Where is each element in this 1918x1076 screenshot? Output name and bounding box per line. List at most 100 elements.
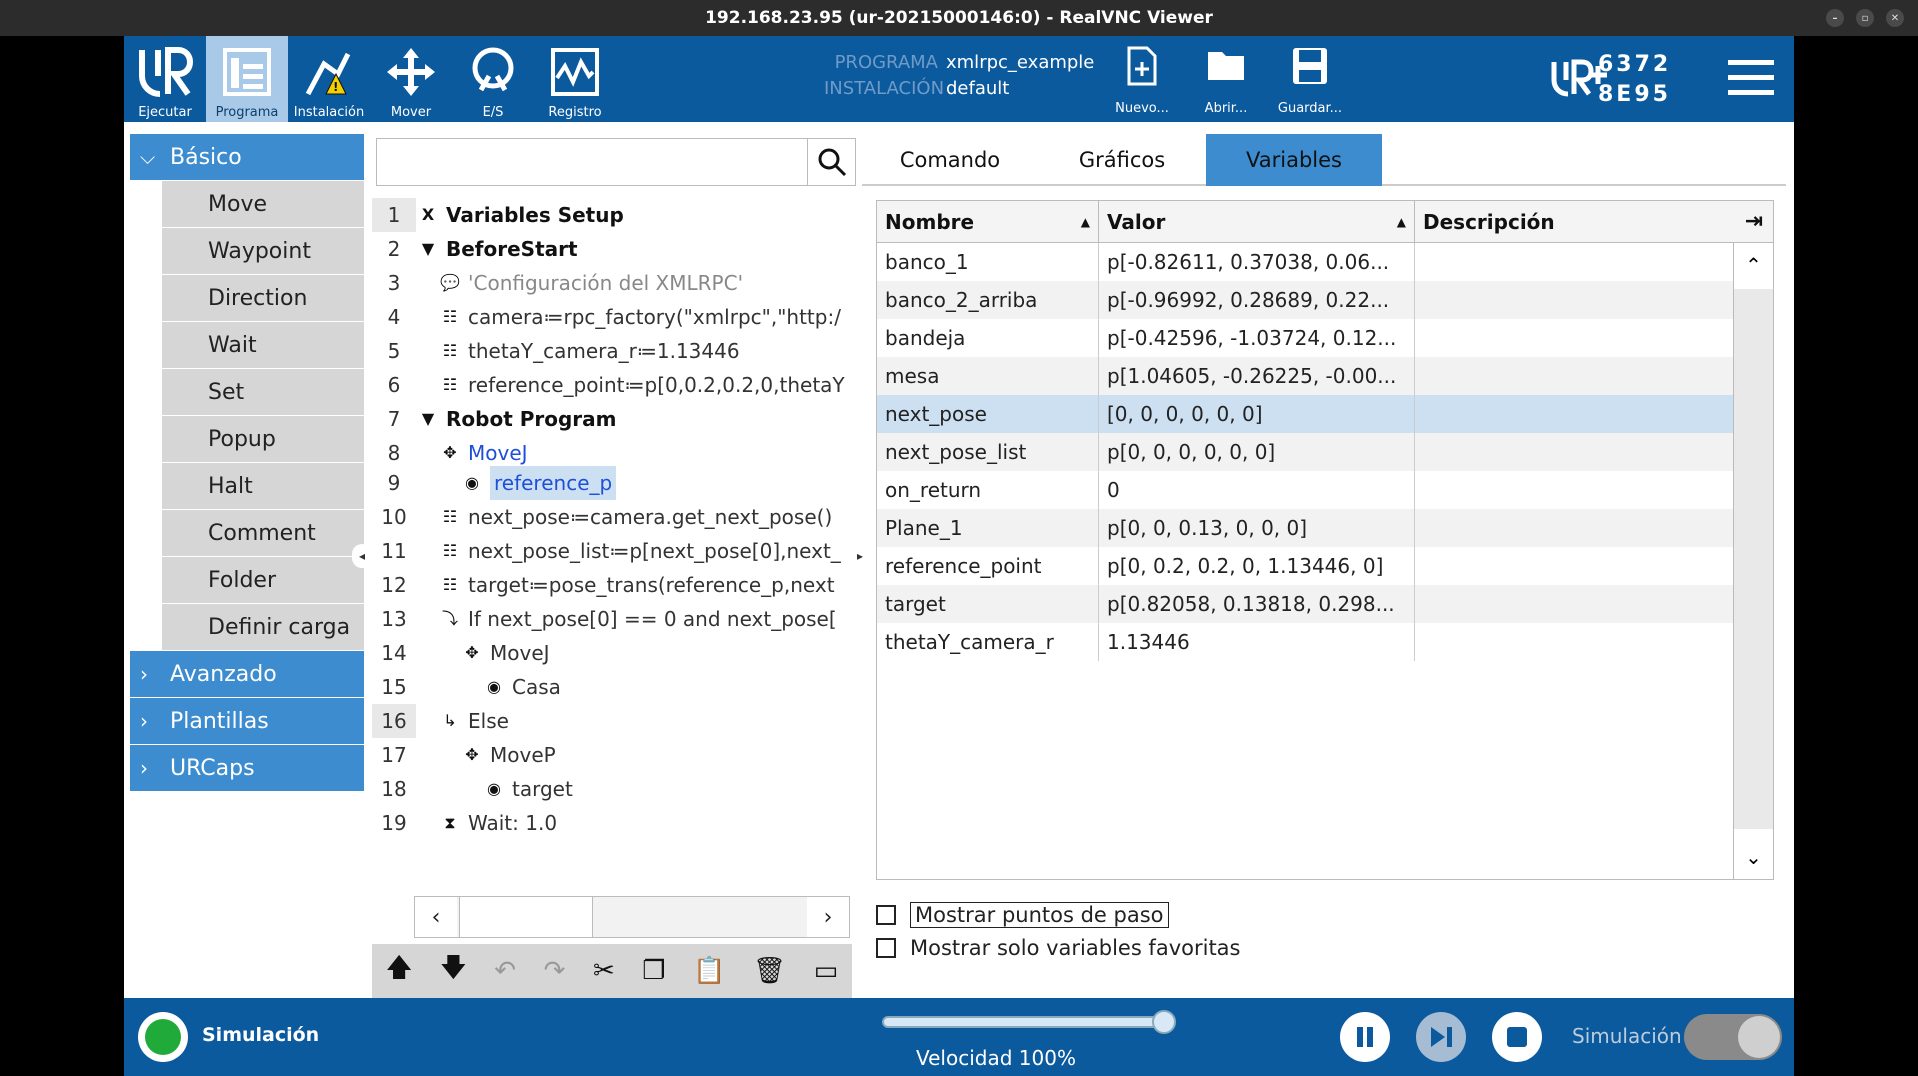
run-tab-button[interactable]: Ejecutar bbox=[124, 36, 206, 122]
restore-icon[interactable]: ▫ bbox=[1856, 9, 1874, 27]
speed-slider-knob[interactable] bbox=[1152, 1010, 1176, 1034]
node-item-folder[interactable]: Folder bbox=[162, 557, 364, 603]
step-button[interactable] bbox=[1416, 1012, 1466, 1062]
header-description[interactable]: Descripción ⇥ bbox=[1415, 201, 1773, 243]
redo-icon[interactable]: ↷ bbox=[544, 956, 566, 986]
line-number: 4 bbox=[387, 305, 401, 329]
paste-icon[interactable]: 📋 bbox=[693, 956, 725, 986]
node-item-move[interactable]: Move bbox=[162, 181, 364, 227]
category-templates[interactable]: › Plantillas bbox=[130, 698, 364, 744]
stop-button[interactable] bbox=[1492, 1012, 1542, 1062]
tree-node[interactable]: ✥ MoveJ bbox=[438, 436, 527, 470]
table-row[interactable]: next_pose_list p[0, 0, 0, 0, 0, 0] bbox=[877, 433, 1735, 471]
tree-search-box[interactable] bbox=[376, 138, 856, 186]
node-item-direction[interactable]: Direction bbox=[162, 275, 364, 321]
tree-node[interactable]: ☷ next_pose_list≔p[next_pose[0],next_ bbox=[438, 534, 841, 568]
table-row[interactable]: on_return 0 bbox=[877, 471, 1735, 509]
tree-node[interactable]: ☷ thetaY_camera_r≔1.13446 bbox=[438, 334, 740, 368]
search-button[interactable] bbox=[807, 139, 855, 185]
copy-icon[interactable]: ❐ bbox=[642, 956, 665, 986]
category-advanced[interactable]: › Avanzado bbox=[130, 651, 364, 697]
show-waypoints-checkbox[interactable]: Mostrar puntos de paso bbox=[876, 902, 1169, 928]
table-row[interactable]: banco_2_arriba p[-0.96992, 0.28689, 0.22.… bbox=[877, 281, 1735, 319]
node-item-wait[interactable]: Wait bbox=[162, 322, 364, 368]
open-file-button[interactable]: Abrir... bbox=[1186, 46, 1266, 116]
tree-node[interactable]: ☷ camera≔rpc_factory("xmlrpc","http:/ bbox=[438, 300, 841, 334]
table-row[interactable]: banco_1 p[-0.82611, 0.37038, 0.06... bbox=[877, 243, 1735, 281]
scroll-down-icon[interactable]: ⌄ bbox=[1734, 835, 1773, 879]
header-name[interactable]: Nombre ▲ bbox=[877, 201, 1099, 243]
expand-column-icon[interactable]: ⇥ bbox=[1745, 201, 1763, 243]
tree-node[interactable]: ↳ Else bbox=[438, 704, 509, 738]
close-icon[interactable]: ✕ bbox=[1886, 9, 1904, 27]
speed-slider[interactable] bbox=[882, 1010, 1176, 1034]
table-row[interactable]: thetaY_camera_r 1.13446 bbox=[877, 623, 1735, 661]
node-item-define-payload[interactable]: Definir carga bbox=[162, 604, 364, 650]
table-row[interactable]: Plane_1 p[0, 0, 0.13, 0, 0, 0] bbox=[877, 509, 1735, 547]
move-up-icon[interactable]: 🡅 bbox=[386, 949, 413, 993]
save-file-button[interactable]: Guardar... bbox=[1270, 46, 1350, 116]
table-row[interactable]: bandeja p[-0.42596, -1.03724, 0.12... bbox=[877, 319, 1735, 357]
left-collapse-handle[interactable]: ◂ bbox=[352, 544, 372, 568]
tree-node[interactable]: ◉ reference_p bbox=[460, 466, 617, 500]
tree-node[interactable]: ◉ Casa bbox=[482, 670, 561, 704]
new-file-button[interactable]: Nuevo... bbox=[1102, 46, 1182, 116]
node-item-popup[interactable]: Popup bbox=[162, 416, 364, 462]
scrollbar-track[interactable] bbox=[1734, 289, 1773, 829]
tree-node[interactable]: 💬 'Configuración del XMLRPC' bbox=[438, 266, 743, 300]
move-down-icon[interactable]: 🡇 bbox=[440, 949, 467, 993]
save-icon bbox=[1293, 48, 1327, 84]
node-item-halt[interactable]: Halt bbox=[162, 463, 364, 509]
tab-command[interactable]: Comando bbox=[862, 134, 1038, 186]
table-row[interactable]: reference_point p[0, 0.2, 0.2, 0, 1.13446… bbox=[877, 547, 1735, 585]
chevron-right-icon: › bbox=[140, 756, 148, 780]
show-favorites-checkbox[interactable]: Mostrar solo variables favoritas bbox=[876, 936, 1240, 960]
tree-node[interactable]: ☷ next_pose≔camera.get_next_pose() bbox=[438, 500, 832, 534]
tree-node[interactable]: ☷ reference_point≔p[0,0.2,0.2,0,thetaY bbox=[438, 368, 845, 402]
minimize-icon[interactable]: – bbox=[1826, 9, 1844, 27]
simulation-toggle[interactable] bbox=[1684, 1014, 1782, 1060]
checkbox-box[interactable] bbox=[876, 905, 896, 925]
category-basic[interactable]: ⌵ Básico bbox=[130, 134, 364, 180]
checkbox-box[interactable] bbox=[876, 938, 896, 958]
header-value[interactable]: Valor ▲ bbox=[1099, 201, 1415, 243]
move-tab-button[interactable]: Mover bbox=[370, 36, 452, 122]
io-tab-button[interactable]: E/S bbox=[452, 36, 534, 122]
scroll-up-icon[interactable]: ⌃ bbox=[1734, 243, 1773, 287]
program-tab-button[interactable]: Programa bbox=[206, 36, 288, 122]
installation-tab-button[interactable]: ! Instalación bbox=[288, 36, 370, 122]
node-item-set[interactable]: Set bbox=[162, 369, 364, 415]
pause-button[interactable] bbox=[1340, 1012, 1390, 1062]
delete-icon[interactable]: 🗑 bbox=[753, 956, 786, 986]
table-row[interactable]: mesa p[1.04605, -0.26225, -0.00... bbox=[877, 357, 1735, 395]
tree-node[interactable]: ☷ target≔pose_trans(reference_p,next bbox=[438, 568, 835, 602]
suppress-icon[interactable]: ▭ bbox=[814, 956, 839, 986]
tree-node[interactable]: ◉ target bbox=[482, 772, 573, 806]
undo-icon[interactable]: ↶ bbox=[494, 956, 516, 986]
cut-icon[interactable]: ✂ bbox=[593, 956, 615, 986]
hamburger-menu-icon[interactable] bbox=[1726, 56, 1776, 100]
log-tab-button[interactable]: Registro bbox=[534, 36, 616, 122]
tree-horizontal-scrollbar[interactable]: ‹ › bbox=[414, 896, 850, 938]
tree-node[interactable]: X Variables Setup bbox=[416, 198, 624, 232]
scroll-right-icon[interactable]: › bbox=[807, 897, 849, 937]
scrollbar-thumb[interactable] bbox=[459, 897, 593, 937]
scroll-left-icon[interactable]: ‹ bbox=[415, 897, 457, 937]
tab-graphics[interactable]: Gráficos bbox=[1038, 134, 1206, 186]
tree-node[interactable]: ⤵ If next_pose[0] == 0 and next_pose[ bbox=[438, 602, 837, 636]
tree-node[interactable]: ▼ BeforeStart bbox=[416, 232, 578, 266]
io-icon bbox=[472, 47, 514, 92]
tree-node[interactable]: ▼ Robot Program bbox=[416, 402, 617, 436]
cell-value: 0 bbox=[1099, 471, 1415, 509]
robot-status-indicator[interactable] bbox=[138, 1012, 188, 1062]
tree-node[interactable]: ✥ MoveP bbox=[460, 738, 555, 772]
node-item-waypoint[interactable]: Waypoint bbox=[162, 228, 364, 274]
table-row[interactable]: target p[0.82058, 0.13818, 0.298... bbox=[877, 585, 1735, 623]
table-row[interactable]: next_pose [0, 0, 0, 0, 0, 0] bbox=[877, 395, 1735, 433]
tree-node[interactable]: ⧗ Wait: 1.0 bbox=[438, 806, 557, 840]
category-urcaps[interactable]: › URCaps bbox=[130, 745, 364, 791]
node-item-comment[interactable]: Comment bbox=[162, 510, 364, 556]
tab-variables[interactable]: Variables bbox=[1206, 134, 1382, 186]
table-vertical-scrollbar[interactable]: ⌃ ⌄ bbox=[1733, 243, 1773, 879]
tree-node[interactable]: ✥ MoveJ bbox=[460, 636, 549, 670]
